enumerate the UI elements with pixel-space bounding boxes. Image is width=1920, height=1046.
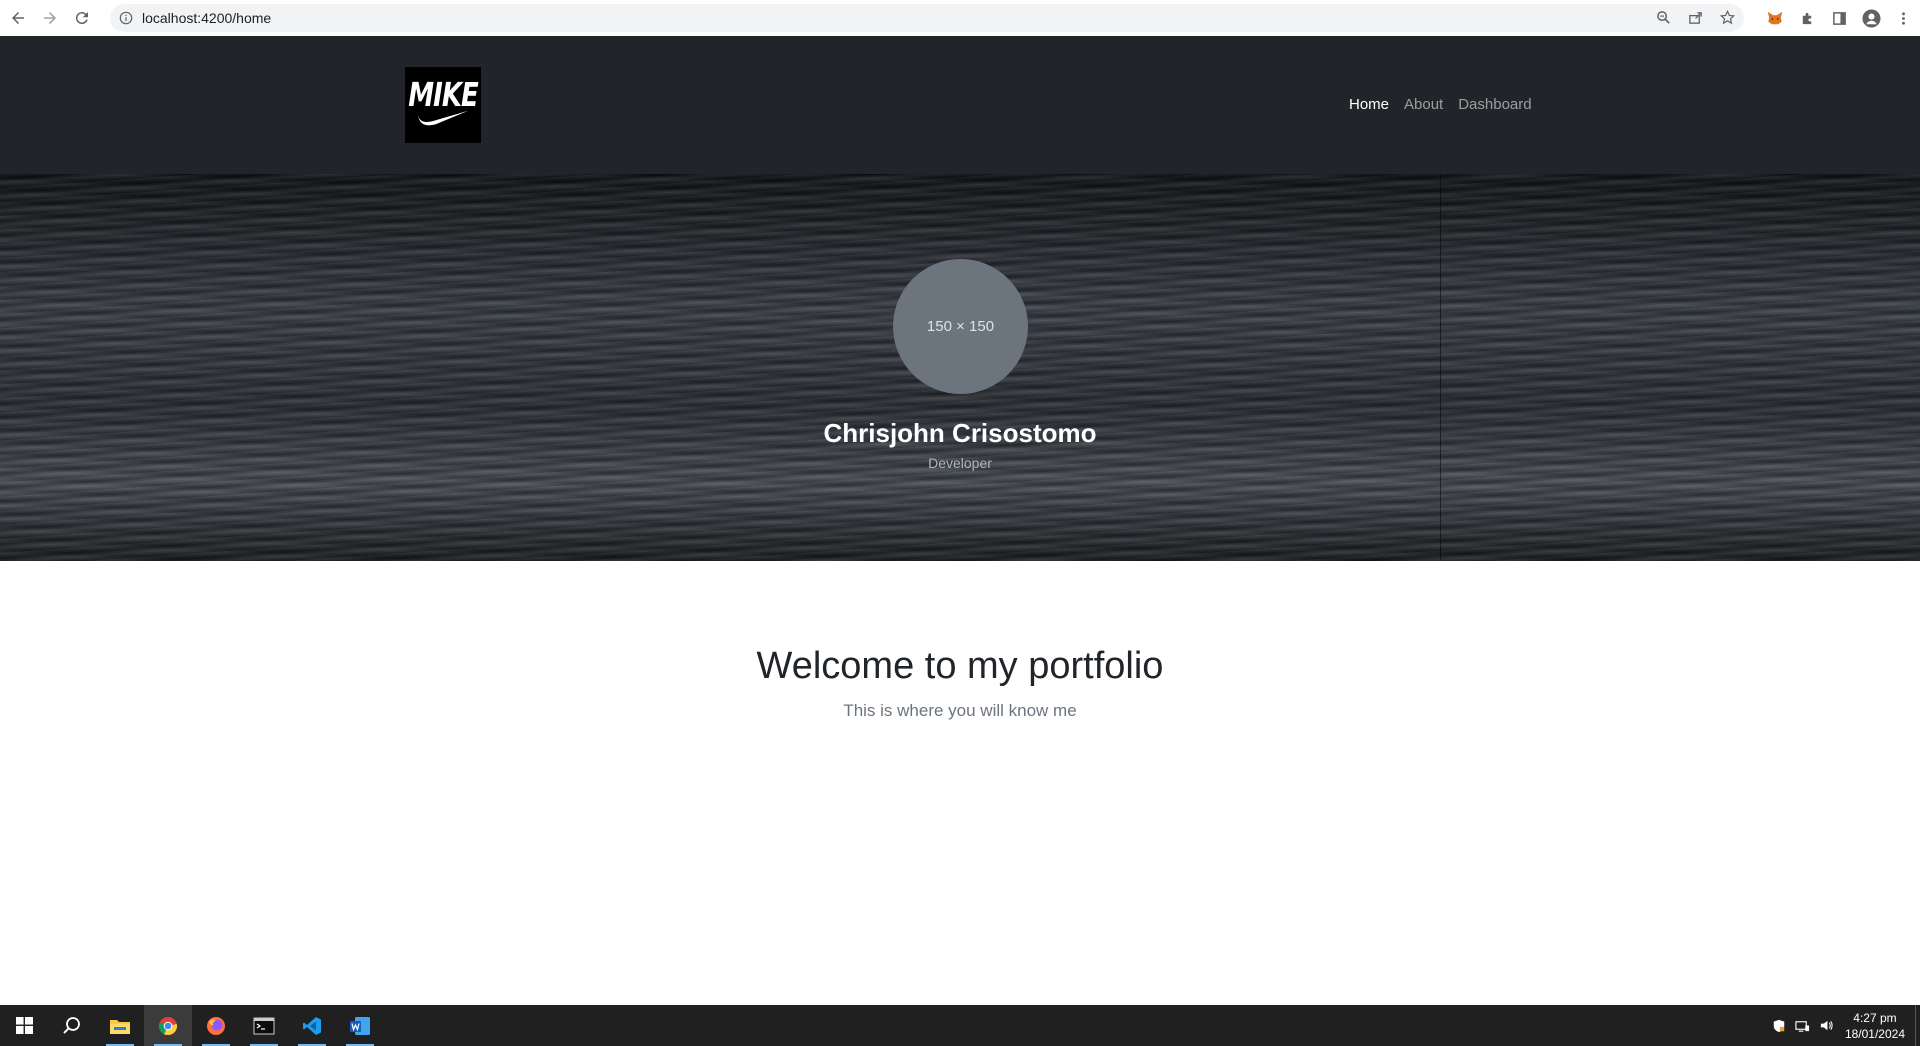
bookmark-star-icon[interactable] bbox=[1718, 8, 1736, 26]
browser-menu-icon[interactable] bbox=[1892, 7, 1914, 29]
profile-avatar-icon[interactable] bbox=[1860, 7, 1882, 29]
taskbar-vscode[interactable] bbox=[288, 1005, 336, 1046]
system-tray: 4:27 pm 18/01/2024 bbox=[1767, 1005, 1920, 1046]
taskbar-word[interactable] bbox=[336, 1005, 384, 1046]
vscode-icon bbox=[303, 1016, 321, 1035]
taskbar-chrome[interactable] bbox=[144, 1005, 192, 1046]
profile-role: Developer bbox=[928, 455, 992, 471]
clock-date: 18/01/2024 bbox=[1844, 1026, 1905, 1041]
zoom-icon[interactable] bbox=[1654, 8, 1672, 26]
avatar-placeholder-text: 150 × 150 bbox=[926, 318, 995, 335]
logo-text: MIKE bbox=[408, 77, 478, 115]
terminal-icon bbox=[253, 1017, 275, 1034]
metamask-fox-icon[interactable] bbox=[1764, 7, 1786, 29]
volume-icon[interactable] bbox=[1815, 1005, 1839, 1046]
search-icon bbox=[63, 1016, 80, 1034]
share-icon[interactable] bbox=[1686, 8, 1704, 26]
hero-banner: 150 × 150 Chrisjohn Crisostomo Developer bbox=[0, 174, 1920, 561]
nav-link-dashboard[interactable]: Dashboard bbox=[1458, 96, 1531, 113]
main-nav: Home About Dashboard bbox=[1349, 96, 1532, 113]
security-shield-icon[interactable] bbox=[1767, 1005, 1791, 1046]
show-desktop-button[interactable] bbox=[1915, 1005, 1920, 1046]
taskbar-clock[interactable]: 4:27 pm 18/01/2024 bbox=[1845, 1010, 1905, 1042]
back-button[interactable] bbox=[4, 4, 32, 32]
windows-taskbar: 4:27 pm 18/01/2024 bbox=[0, 1005, 1920, 1046]
page-subtitle: This is where you will know me bbox=[843, 701, 1077, 720]
hero-image-seam bbox=[1440, 174, 1441, 561]
forward-button[interactable] bbox=[36, 4, 64, 32]
clock-time: 4:27 pm bbox=[1853, 1010, 1897, 1025]
browser-toolbar: localhost:4200/home bbox=[0, 0, 1920, 36]
site-info-icon[interactable] bbox=[118, 10, 134, 26]
page-title: Welcome to my portfolio bbox=[756, 645, 1164, 687]
network-icon[interactable] bbox=[1791, 1005, 1815, 1046]
address-bar[interactable]: localhost:4200/home bbox=[110, 4, 1744, 32]
taskbar-terminal[interactable] bbox=[240, 1005, 288, 1046]
reload-button[interactable] bbox=[68, 4, 96, 32]
extensions-area bbox=[1764, 4, 1920, 32]
back-arrow-icon bbox=[12, 12, 24, 24]
chrome-icon bbox=[158, 1016, 178, 1035]
taskbar-file-explorer[interactable] bbox=[96, 1005, 144, 1046]
profile-name: Chrisjohn Crisostomo bbox=[823, 418, 1097, 448]
url-text[interactable]: localhost:4200/home bbox=[142, 10, 271, 26]
extensions-puzzle-icon[interactable] bbox=[1796, 7, 1818, 29]
avatar: 150 × 150 bbox=[893, 259, 1028, 394]
reload-icon bbox=[75, 12, 88, 25]
nav-link-about[interactable]: About bbox=[1404, 96, 1443, 113]
file-explorer-icon bbox=[110, 1019, 130, 1034]
site-logo[interactable]: MIKE bbox=[405, 67, 481, 143]
start-button[interactable] bbox=[0, 1005, 48, 1046]
start-icon bbox=[15, 1017, 33, 1034]
nav-link-home[interactable]: Home bbox=[1349, 96, 1389, 113]
forward-arrow-icon bbox=[44, 12, 56, 24]
word-icon bbox=[350, 1016, 370, 1035]
site-header: MIKE Home About Dashboard bbox=[0, 36, 1920, 174]
side-panel-icon[interactable] bbox=[1828, 7, 1850, 29]
taskbar-search-button[interactable] bbox=[48, 1005, 96, 1046]
firefox-icon bbox=[207, 1016, 225, 1035]
taskbar-firefox[interactable] bbox=[192, 1005, 240, 1046]
